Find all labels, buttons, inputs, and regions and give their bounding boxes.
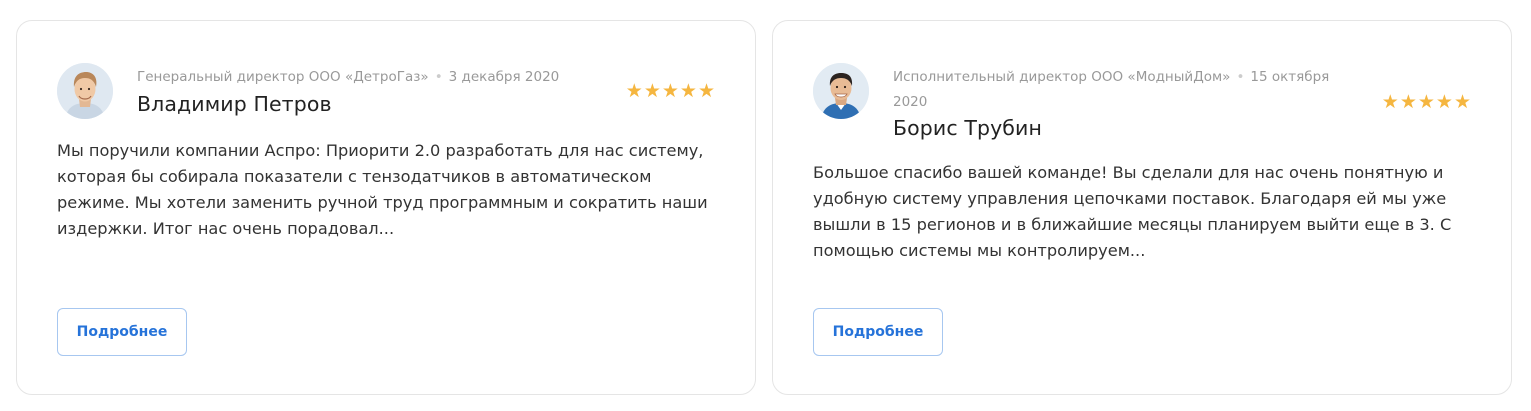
reviews-list: Генеральный директор ООО «ДетроГаз» • 3 де… [16, 20, 1512, 395]
star-icon: ★ [625, 80, 643, 102]
star-icon: ★ [643, 80, 661, 102]
meta-separator: • [434, 69, 443, 85]
rating-stars: ★ ★ ★ ★ ★ [626, 81, 715, 101]
review-text: Большое спасибо вашей команде! Вы сделал… [813, 163, 1452, 260]
star-icon: ★ [1417, 91, 1435, 113]
star-icon: ★ [679, 80, 697, 102]
review-card: Генеральный директор ООО «ДетроГаз» • 3 де… [16, 20, 756, 395]
review-meta: Генеральный директор ООО «ДетроГаз» • 3 де… [137, 65, 607, 90]
star-icon: ★ [661, 80, 679, 102]
more-button[interactable]: Подробнее [813, 308, 943, 356]
avatar [57, 63, 113, 119]
review-text: Мы поручили компании Аспро: Приорити 2.0… [57, 141, 708, 238]
star-icon: ★ [697, 80, 715, 102]
review-date: 3 декабря 2020 [448, 69, 560, 85]
more-button[interactable]: Подробнее [57, 308, 187, 356]
author-position: Генеральный директор ООО «ДетроГаз» [137, 69, 429, 85]
review-meta: Исполнительный директор ООО «МодныйДом» •… [893, 65, 1353, 115]
author-name: Владимир Петров [137, 92, 332, 116]
star-icon: ★ [1435, 91, 1453, 113]
author-position: Исполнительный директор ООО «МодныйДом» [893, 69, 1231, 85]
star-icon: ★ [1453, 91, 1471, 113]
author-name: Борис Трубин [893, 116, 1042, 140]
star-icon: ★ [1381, 91, 1399, 113]
meta-separator: • [1236, 69, 1245, 85]
rating-stars: ★ ★ ★ ★ ★ [1382, 92, 1471, 112]
star-icon: ★ [1399, 91, 1417, 113]
avatar [813, 63, 869, 119]
review-card: Исполнительный директор ООО «МодныйДом» •… [772, 20, 1512, 395]
